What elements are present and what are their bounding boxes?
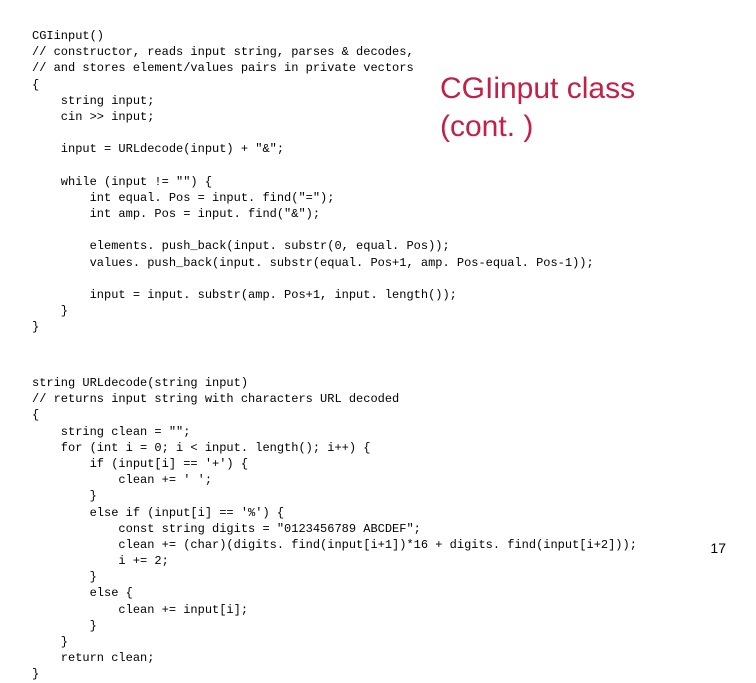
page-number: 17: [710, 539, 726, 558]
code-block-urldecode: string URLdecode(string input) // return…: [32, 375, 637, 683]
code-block-constructor: CGIinput() // constructor, reads input s…: [32, 28, 594, 336]
